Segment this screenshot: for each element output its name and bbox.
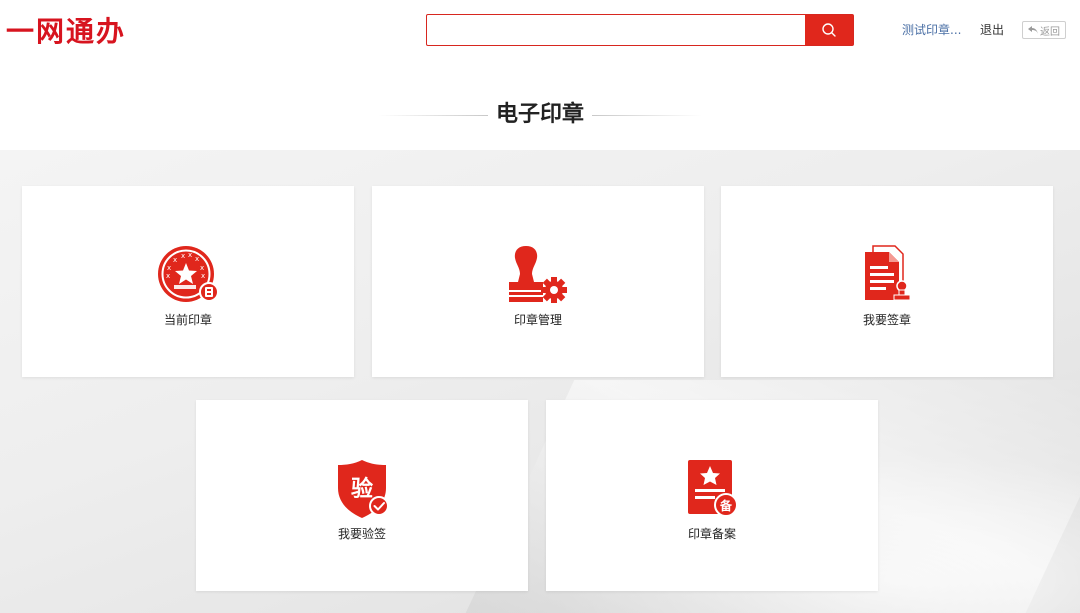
svg-text:x: x: [188, 251, 192, 259]
card-label: 印章管理: [513, 313, 562, 327]
card-seal-filing[interactable]: 备 印章备案: [546, 400, 878, 591]
svg-text:x: x: [200, 264, 204, 272]
user-name-link[interactable]: 测试印章...: [902, 22, 961, 38]
back-button[interactable]: 返回: [1022, 21, 1066, 39]
svg-text:x: x: [195, 255, 199, 263]
verify-shield-icon: 验: [330, 458, 394, 520]
divider: [592, 114, 702, 116]
card-sign-document[interactable]: 我要签章: [721, 186, 1053, 377]
page-title: 电子印章: [495, 102, 584, 127]
filing-icon: 备: [680, 458, 744, 520]
card-label: 我要验签: [337, 527, 386, 541]
seal-icon: x x x x x x x x: [156, 244, 220, 306]
back-button-label: 返回: [1040, 26, 1060, 38]
svg-text:x: x: [167, 264, 171, 272]
search-icon: [822, 23, 836, 37]
card-label: 我要签章: [862, 313, 911, 327]
card-label: 印章备案: [687, 527, 736, 541]
document-stamp-icon: [855, 244, 919, 306]
search-bar: [426, 14, 854, 46]
svg-text:x: x: [201, 272, 205, 280]
card-verify-signature[interactable]: 验 我要验签: [196, 400, 528, 591]
search-input[interactable]: [427, 15, 805, 45]
back-arrow-icon: [1028, 26, 1038, 34]
site-logo[interactable]: 一网通办: [6, 14, 126, 50]
svg-text:x: x: [166, 272, 170, 280]
section-heading: 电子印章: [360, 100, 720, 130]
svg-text:x: x: [173, 256, 177, 264]
stamp-gear-icon: [506, 244, 570, 306]
search-button[interactable]: [805, 15, 853, 45]
card-seal-management[interactable]: 印章管理: [372, 186, 704, 377]
card-current-seal[interactable]: x x x x x x x x 当前印章: [22, 186, 354, 377]
divider: [377, 114, 488, 116]
svg-text:x: x: [181, 252, 185, 260]
logout-link[interactable]: 退出: [980, 22, 1004, 38]
card-label: 当前印章: [163, 313, 212, 327]
svg-text:验: 验: [351, 476, 373, 502]
svg-text:备: 备: [719, 498, 733, 513]
